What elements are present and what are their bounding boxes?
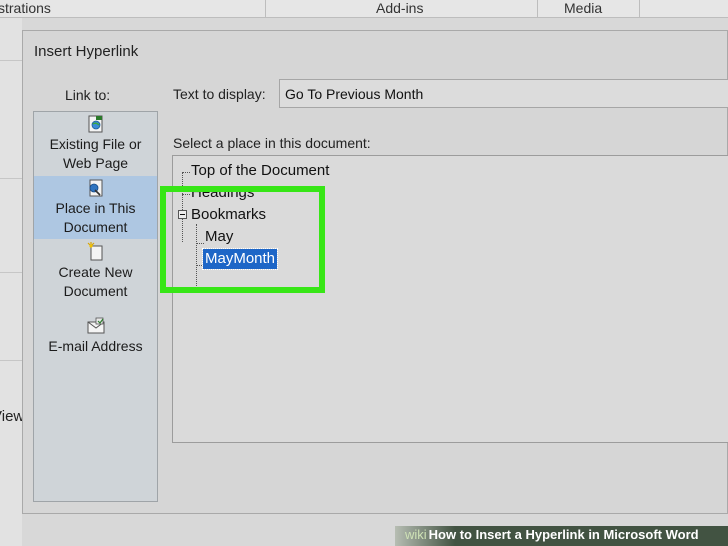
- place-in-document-icon: [89, 179, 102, 197]
- text-to-display-input[interactable]: [279, 79, 728, 108]
- link-place-in-this-document[interactable]: Place in This Document: [34, 176, 157, 239]
- tree-connector: [196, 243, 204, 244]
- link-existing-file-or-web-page[interactable]: Existing File or Web Page: [34, 114, 157, 176]
- grid-line: [0, 178, 22, 179]
- email-address-icon: [87, 317, 104, 334]
- tree-connector: [182, 172, 183, 242]
- tree-item-top-of-document[interactable]: Top of the Document: [191, 161, 329, 181]
- link-create-new-document[interactable]: Create New Document: [34, 242, 157, 304]
- tree-connector: [196, 224, 197, 288]
- tree-connector: [182, 194, 190, 195]
- watermark-wiki: wiki: [405, 527, 427, 542]
- link-item-label: Web Page: [62, 155, 129, 171]
- grid-line: [0, 60, 22, 61]
- ribbon-group-addins: Add-ins: [376, 0, 424, 16]
- ribbon-separator: [265, 0, 266, 17]
- select-place-label: Select a place in this document:: [173, 135, 371, 151]
- link-item-label: Document: [63, 219, 128, 235]
- view-tab-partial[interactable]: View: [0, 408, 24, 425]
- link-item-label: Document: [63, 283, 128, 299]
- wikihow-watermark: wiki How to Insert a Hyperlink in Microso…: [395, 526, 728, 546]
- insert-hyperlink-dialog: Insert Hyperlink Link to: Existing File …: [22, 30, 728, 514]
- link-to-label: Link to:: [65, 87, 111, 103]
- tree-connector: [182, 172, 190, 173]
- tree-item-headings[interactable]: Headings: [191, 183, 254, 203]
- collapse-bookmarks-icon[interactable]: [178, 210, 187, 219]
- link-email-address[interactable]: E-mail Address: [34, 316, 157, 360]
- grid-line: [0, 360, 22, 361]
- ribbon-separator: [537, 0, 538, 17]
- create-new-document-icon: [87, 242, 102, 261]
- tree-item-bookmark-maymonth[interactable]: MayMonth: [201, 248, 279, 270]
- grid-line: [0, 272, 22, 273]
- dialog-title: Insert Hyperlink: [34, 43, 139, 60]
- tree-item-bookmarks[interactable]: Bookmarks: [191, 205, 266, 225]
- link-item-label: E-mail Address: [48, 338, 143, 354]
- ribbon-group-illustrations: strations: [0, 0, 51, 16]
- tree-item-bookmark-may[interactable]: May: [205, 227, 233, 247]
- link-item-label: Place in This: [55, 200, 136, 216]
- watermark-text: wiki How to Insert a Hyperlink in Microso…: [405, 527, 699, 542]
- existing-file-icon: [88, 115, 102, 133]
- document-places-tree[interactable]: Top of the Document Headings Bookmarks M…: [172, 155, 728, 443]
- link-to-panel: Existing File or Web Page Place in This …: [33, 111, 158, 502]
- link-item-label: Create New: [58, 264, 133, 280]
- ribbon-separator: [639, 0, 640, 17]
- ribbon-group-media: Media: [564, 0, 603, 16]
- text-to-display-label: Text to display:: [173, 86, 266, 102]
- link-item-label: Existing File or: [49, 136, 142, 152]
- document-background: View: [0, 18, 24, 546]
- ribbon-group-strip: strations Add-ins Media: [0, 0, 728, 18]
- watermark-title: How to Insert a Hyperlink in Microsoft W…: [428, 527, 699, 542]
